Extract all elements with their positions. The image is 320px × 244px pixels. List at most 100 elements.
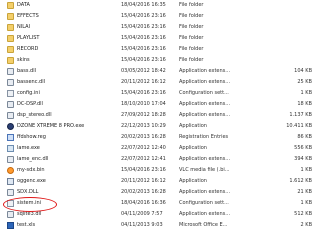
folder-icon (7, 35, 14, 42)
file-row-lame-enc-dll[interactable]: lame_enc.dll 22/07/2012 12:41 Applicatio… (0, 154, 320, 165)
folder-icon (7, 46, 14, 53)
file-row-nilai[interactable]: NILAI 15/04/2016 23:16 File folder (0, 22, 320, 33)
file-date: 20/02/2013 16:28 (121, 134, 166, 140)
file-type: Application (179, 123, 207, 129)
dll-icon (7, 189, 14, 196)
file-name: sqlite3.dll (17, 211, 42, 217)
file-row-record[interactable]: RECORD 15/04/2016 23:16 File folder (0, 44, 320, 55)
file-row-ffdshow-reg[interactable]: ffdshow.reg 20/02/2013 16:28 Registratio… (0, 132, 320, 143)
file-name: my-sdx.bin (17, 167, 45, 173)
file-row-sdx-dll[interactable]: SDX.DLL 20/02/2013 16:28 Application ext… (0, 187, 320, 198)
file-row-playlist[interactable]: PLAYLIST 15/04/2016 23:16 File folder (0, 33, 320, 44)
file-size: 18 KB (297, 101, 312, 107)
file-size: 86 KB (297, 134, 312, 140)
file-type: Application extens... (179, 112, 231, 118)
file-name: DC-DSP.dll (17, 101, 43, 107)
file-name: PLAYLIST (17, 35, 40, 41)
file-row-sqlite3-dll[interactable]: sqlite3.dll 04/11/2009 7:57 Application … (0, 209, 320, 220)
file-date: 15/04/2016 23:16 (121, 167, 166, 173)
file-size: 10.411 KB (286, 123, 312, 129)
file-type: Application extens... (179, 189, 231, 195)
folder-icon (7, 2, 14, 9)
file-size: 1 KB (300, 167, 312, 173)
file-name: SDX.DLL (17, 189, 39, 195)
file-name: ffdshow.reg (17, 134, 46, 140)
dzone-app-icon (7, 123, 14, 130)
file-name: sistem.ini (17, 200, 42, 206)
file-date: 27/09/2012 18:28 (121, 112, 166, 118)
dll-icon (7, 79, 14, 86)
file-date: 20/11/2012 16:12 (121, 178, 166, 184)
file-date: 15/04/2016 23:16 (121, 13, 166, 19)
file-type: Application extens... (179, 211, 231, 217)
file-date: 15/04/2016 23:16 (121, 24, 166, 30)
file-type: Application (179, 145, 207, 151)
vlc-icon (7, 167, 14, 174)
file-row-config-ini[interactable]: config.ini 15/04/2016 23:16 Configuratio… (0, 88, 320, 99)
folder-icon (7, 57, 14, 64)
file-row-lame-exe[interactable]: lame.exe 22/07/2012 12:40 Application 55… (0, 143, 320, 154)
file-name: config.ini (17, 90, 40, 96)
file-size: 1 KB (300, 200, 312, 206)
file-type: Microsoft Office E... (179, 222, 228, 228)
file-date: 22/12/2013 10:29 (121, 123, 166, 129)
file-size: 512 KB (294, 211, 312, 217)
file-row-effects[interactable]: EFFECTS 15/04/2016 23:16 File folder (0, 11, 320, 22)
file-type: Application (179, 178, 207, 184)
file-type: VLC media file (.bi... (179, 167, 230, 173)
config-file-icon (7, 90, 14, 97)
file-date: 22/07/2012 12:40 (121, 145, 166, 151)
file-size: 21 KB (297, 189, 312, 195)
file-type: Application extens... (179, 101, 231, 107)
file-name: RECORD (17, 46, 39, 52)
file-size: 556 KB (294, 145, 312, 151)
exe-icon (7, 178, 14, 185)
file-type: Configuration sett... (179, 90, 229, 96)
file-row-bassenc-dll[interactable]: bassenc.dll 20/11/2012 16:12 Application… (0, 77, 320, 88)
file-row-dc-dsp-dll[interactable]: DC-DSP.dll 18/10/2010 17:04 Application … (0, 99, 320, 110)
file-type: File folder (179, 13, 204, 19)
file-name: test.xls (17, 222, 36, 228)
file-type: Application extens... (179, 79, 231, 85)
file-row-dzone-exe[interactable]: DZONE XTREME 8 PRO.exe 22/12/2013 10:29 … (0, 121, 320, 132)
file-name: oggenc.exe (17, 178, 46, 184)
file-name: lame.exe (17, 145, 40, 151)
file-name: lame_enc.dll (17, 156, 49, 162)
folder-icon (7, 13, 14, 20)
file-date: 22/07/2012 12:41 (121, 156, 166, 162)
dll-icon (7, 68, 14, 75)
file-size: 1.137 KB (289, 112, 312, 118)
dll-icon (7, 112, 14, 119)
file-row-skins[interactable]: skins 15/04/2016 23:16 File folder (0, 55, 320, 66)
file-type: File folder (179, 24, 204, 30)
file-type: File folder (179, 2, 204, 8)
file-size: 394 KB (294, 156, 312, 162)
registry-file-icon (7, 134, 14, 141)
file-size: 104 KB (294, 68, 312, 74)
file-date: 18/10/2010 17:04 (121, 101, 166, 107)
file-row-dsp-stereo-dll[interactable]: dsp_stereo.dll 27/09/2012 18:28 Applicat… (0, 110, 320, 121)
file-name: skins (17, 57, 30, 63)
file-date: 15/04/2016 23:16 (121, 46, 166, 52)
file-date: 03/05/2012 18:42 (121, 68, 166, 74)
file-name: DZONE XTREME 8 PRO.exe (17, 123, 85, 129)
file-size: 25 KB (297, 79, 312, 85)
file-type: File folder (179, 46, 204, 52)
config-file-icon (7, 200, 14, 207)
file-size: 1.612 KB (289, 178, 312, 184)
file-row-bass-dll[interactable]: bass.dll 03/05/2012 18:42 Application ex… (0, 66, 320, 77)
file-type: Application extens... (179, 68, 231, 74)
file-row-oggenc-exe[interactable]: oggenc.exe 20/11/2012 16:12 Application … (0, 176, 320, 187)
file-type: Registration Entries (179, 134, 229, 140)
file-row-test-xls[interactable]: test.xls 04/11/2013 9:03 Microsoft Offic… (0, 220, 320, 231)
dll-icon (7, 101, 14, 108)
file-row-data[interactable]: DATA 18/04/2016 16:35 File folder (0, 0, 320, 11)
file-type: Configuration sett... (179, 200, 229, 206)
file-name: DATA (17, 2, 30, 8)
file-name: dsp_stereo.dll (17, 112, 52, 118)
file-row-sistem-ini[interactable]: sistem.ini 18/04/2016 16:36 Configuratio… (0, 198, 320, 209)
file-date: 15/04/2016 23:16 (121, 35, 166, 41)
file-row-my-sdx-bin[interactable]: my-sdx.bin 15/04/2016 23:16 VLC media fi… (0, 165, 320, 176)
file-date: 18/04/2016 16:36 (121, 200, 166, 206)
file-date: 20/11/2012 16:12 (121, 79, 166, 85)
